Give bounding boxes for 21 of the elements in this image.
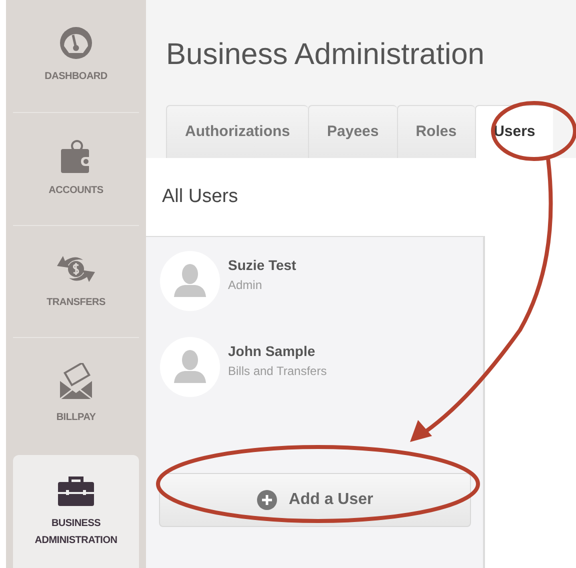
user-row[interactable]: Suzie Test Admin <box>146 251 483 337</box>
tab[interactable]: Roles <box>396 105 475 158</box>
briefcase-icon <box>57 474 95 507</box>
page-title: Business Administration <box>166 37 484 73</box>
envelope-icon <box>57 363 95 402</box>
user-role: Admin <box>228 277 264 294</box>
nav-item[interactable]: DASHBOARD <box>13 0 139 113</box>
plus-icon <box>256 490 277 510</box>
nav-item[interactable]: BUSINESS ADMINISTRATION <box>13 455 139 568</box>
nav-item[interactable]: ACCOUNTS <box>13 112 139 226</box>
section-title: All Users <box>162 184 238 209</box>
nav-item[interactable]: TRANSFERS <box>13 226 139 338</box>
user-name: John Sample <box>228 342 316 361</box>
tab[interactable]: Payees <box>308 105 397 158</box>
nav-item[interactable]: BILLPAY <box>13 338 139 452</box>
gauge-icon <box>59 26 93 60</box>
user-row[interactable]: John Sample Bills and Transfers <box>146 337 483 423</box>
add-user-button[interactable]: Add a User <box>159 473 471 527</box>
tab[interactable]: Authorizations <box>166 105 308 158</box>
user-role: Bills and Transfers <box>228 363 327 380</box>
user-name: Suzie Test <box>228 256 296 275</box>
